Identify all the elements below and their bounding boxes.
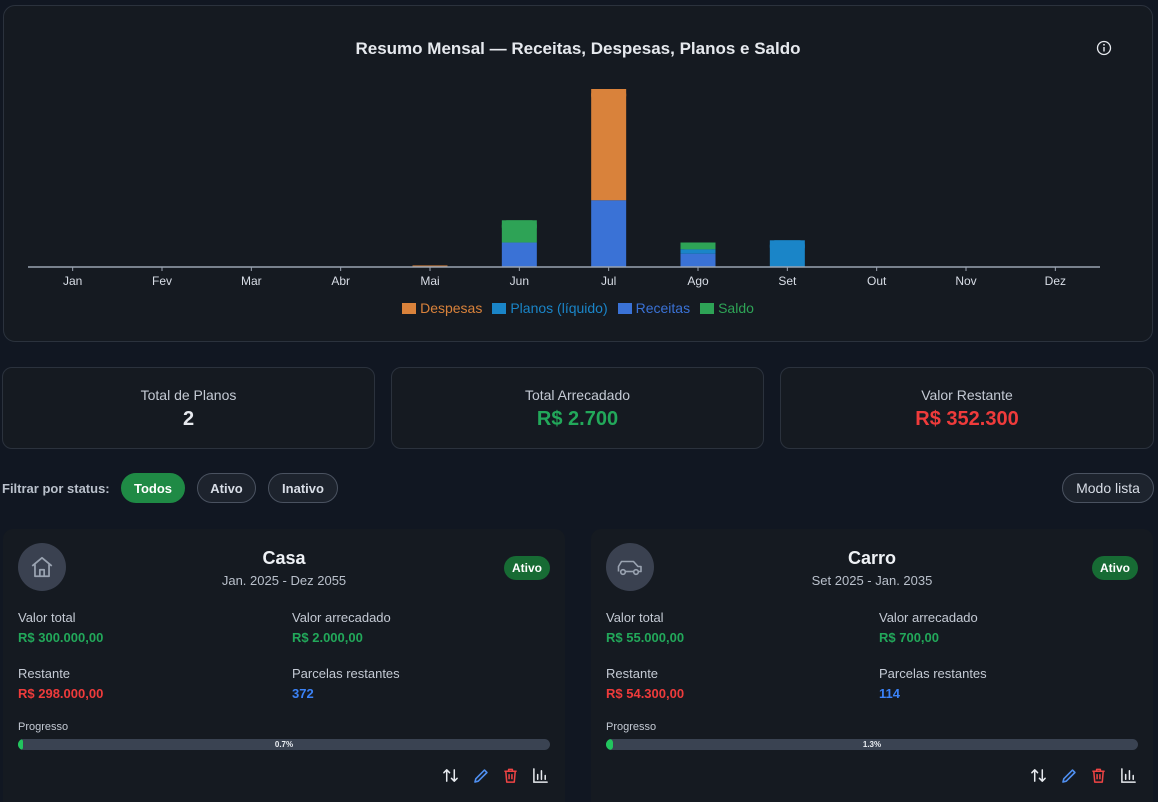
legend-item[interactable]: Receitas [617, 300, 691, 316]
chart-plot: Jan Fev Mar Abr Mai Jun Jul Ago Set Out Nov Dez [28, 89, 1100, 288]
x-tick-label: Set [778, 274, 797, 288]
x-tick-label: Jan [63, 274, 82, 288]
field-valor-total: Valor total R$ 55.000,00 [606, 610, 684, 645]
field-label: Valor arrecadado [292, 610, 391, 625]
field-label: Valor arrecadado [879, 610, 978, 625]
list-mode-button[interactable]: Modo lista [1062, 473, 1154, 503]
stat-value: R$ 352.300 [915, 408, 1019, 430]
x-tick-label: Out [867, 274, 887, 288]
legend-label: Receitas [635, 300, 691, 316]
field-value: 372 [292, 686, 314, 701]
legend-label: Planos (líquido) [510, 300, 608, 316]
stat-card-valor-restante: Valor Restante R$ 352.300 [780, 367, 1154, 449]
stat-label: Total Arrecadado [524, 387, 631, 403]
sort-icon[interactable] [441, 766, 460, 785]
bar-cap-set [769, 240, 805, 253]
filter-ativo-button[interactable]: Ativo [197, 473, 256, 503]
stat-label: Valor Restante [921, 387, 1013, 403]
progress-label: Progresso [18, 721, 69, 733]
progress-text: 0.7% [274, 740, 294, 749]
plan-actions [1029, 766, 1138, 785]
legend-swatch [700, 302, 715, 314]
sort-icon[interactable] [1029, 766, 1048, 785]
field-valor-arrecadado: Valor arrecadado R$ 2.000,00 [292, 610, 391, 645]
progress-bar: 1.3% [606, 739, 1138, 750]
field-restante: Restante R$ 298.000,00 [18, 666, 103, 701]
plan-dates: Set 2025 - Jan. 2035 [811, 573, 933, 588]
field-label: Restante [606, 666, 659, 681]
stat-value: 2 [182, 408, 195, 430]
field-value: R$ 54.300,00 [606, 686, 685, 701]
monthly-summary-chart-card: Resumo Mensal — Receitas, Despesas, Plan… [3, 5, 1153, 342]
bar-jul-receitas [591, 200, 627, 267]
bar-cap-jul [591, 89, 627, 101]
field-label: Parcelas restantes [292, 666, 400, 681]
x-tick-label: Jul [601, 274, 616, 288]
legend-swatch [617, 302, 632, 314]
filter-inativo-button[interactable]: Inativo [268, 473, 338, 503]
legend-item[interactable]: Planos (líquido) [492, 300, 608, 316]
field-label: Restante [18, 666, 71, 681]
field-value: R$ 300.000,00 [18, 630, 104, 645]
trash-icon[interactable] [501, 766, 520, 785]
stat-card-total-arrecadado: Total Arrecadado R$ 2.700 [391, 367, 764, 449]
bar-chart-icon[interactable] [531, 766, 550, 785]
field-valor-arrecadado: Valor arrecadado R$ 700,00 [879, 610, 978, 645]
field-label: Valor total [606, 610, 664, 625]
x-tick-label: Nov [955, 274, 976, 288]
chart-legend: Despesas Planos (líquido) Receitas Saldo [4, 300, 1152, 316]
bar-ago-planos-l-quido [680, 249, 716, 254]
field-valor-total: Valor total R$ 300.000,00 [18, 610, 103, 645]
x-tick-label: Abr [331, 274, 350, 288]
x-tick-label: Dez [1045, 274, 1066, 288]
legend-label: Despesas [420, 300, 483, 316]
bar-cap-jun [501, 220, 537, 233]
trash-icon[interactable] [1089, 766, 1108, 785]
stat-card-total-planos: Total de Planos 2 [2, 367, 375, 449]
bar-ago-receitas [680, 253, 716, 267]
legend-item[interactable]: Despesas [402, 300, 482, 316]
progress-bar: 0.7% [18, 739, 550, 750]
plan-actions [441, 766, 550, 785]
bar-jul-despesas [591, 89, 627, 201]
stat-value: R$ 2.700 [536, 408, 619, 430]
field-value: R$ 2.000,00 [292, 630, 363, 645]
bar-chart-icon[interactable] [1119, 766, 1138, 785]
plan-name: Carro [847, 548, 896, 568]
field-parcelas-restantes: Parcelas restantes 372 [292, 666, 400, 701]
plan-card[interactable]: Carro Set 2025 - Jan. 2035 Ativo Valor t… [591, 529, 1153, 802]
progress-text: 1.3% [862, 740, 882, 749]
field-label: Valor total [18, 610, 76, 625]
status-filter-bar: Filtrar por status: Todos Ativo Inativo … [2, 473, 1154, 503]
plan-name: Casa [262, 548, 306, 568]
filter-todos-button[interactable]: Todos [121, 473, 185, 503]
field-value: R$ 298.000,00 [18, 686, 104, 701]
legend-swatch [402, 302, 417, 314]
legend-item[interactable]: Saldo [700, 300, 754, 316]
field-parcelas-restantes: Parcelas restantes 114 [879, 666, 987, 701]
field-restante: Restante R$ 54.300,00 [606, 666, 684, 701]
x-tick-label: Ago [687, 274, 709, 288]
field-value: R$ 700,00 [879, 630, 939, 645]
field-value: 114 [879, 686, 900, 701]
field-value: R$ 55.000,00 [606, 630, 685, 645]
field-label: Parcelas restantes [879, 666, 987, 681]
status-badge: Ativo [1092, 556, 1138, 580]
x-tick-label: Mai [420, 274, 439, 288]
bar-jun-receitas [501, 242, 537, 267]
bar-cap-ago [680, 242, 716, 250]
x-tick-label: Fev [152, 274, 172, 288]
filter-label: Filtrar por status: [2, 481, 110, 496]
plan-card[interactable]: Casa Jan. 2025 - Dez 2055 Ativo Valor to… [3, 529, 565, 802]
legend-swatch [492, 302, 507, 314]
status-badge: Ativo [504, 556, 550, 580]
edit-icon[interactable] [1059, 766, 1078, 785]
stat-label: Total de Planos [140, 387, 237, 403]
x-tick-label: Jun [510, 274, 529, 288]
edit-icon[interactable] [471, 766, 490, 785]
x-tick-label: Mar [241, 274, 262, 288]
plan-dates: Jan. 2025 - Dez 2055 [221, 573, 347, 588]
progress-label: Progresso [606, 721, 657, 733]
legend-label: Saldo [718, 300, 754, 316]
